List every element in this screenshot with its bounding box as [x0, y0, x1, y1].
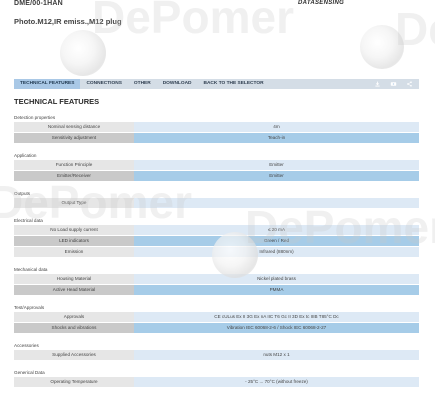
tab-technical-features[interactable]: TECHNICAL FEATURES [14, 79, 81, 89]
tab-back-to-selector[interactable]: BACK TO THE SELECTOR [198, 79, 270, 89]
spec-label: Operating Temperature [14, 377, 134, 387]
spec-group: Mechanical data Housing Material Nickel pl… [14, 266, 419, 304]
spec-group: Test/Approvals Approvals CE cULus Ex II 3G… [14, 304, 419, 342]
spec-value: Teach-in [134, 133, 419, 143]
spec-group: Accessories Supplied Accessories nuts M12 … [14, 342, 419, 369]
spec-group-title: Detection properties [14, 115, 56, 120]
spec-row: Approvals CE cULus Ex II 3G Ex nA IIC T6 … [14, 312, 419, 322]
spec-value: nuts M12 x 1 [134, 350, 419, 360]
spec-label: Function Principle [14, 160, 134, 170]
spec-row: Supplied Accessories nuts M12 x 1 [14, 350, 419, 360]
spec-label: Housing Material [14, 274, 134, 284]
tab-connections[interactable]: CONNECTIONS [80, 79, 127, 89]
spec-value: CE cULus Ex II 3G Ex nA IIC T6 Gc II 3D … [134, 312, 419, 322]
spec-row: Operating Temperature - 25°C ... 70°C (wi… [14, 377, 419, 387]
spec-group: Detection properties Nominal sensing dist… [14, 114, 419, 152]
spec-group-title: Electrical data [14, 218, 43, 223]
download-icon[interactable] [374, 81, 381, 87]
spec-group: Application Function Principle Emitter Emit… [14, 152, 419, 190]
watermark-disc [60, 30, 106, 76]
product-model: DME/00-1HAN [14, 0, 63, 7]
spec-label: Sensitivity adjustment [14, 133, 134, 143]
spec-value: Emitter [134, 171, 419, 181]
spec-row: Sensitivity adjustment Teach-in [14, 133, 419, 143]
spec-row: No Load supply current ≤ 20 mA [14, 225, 419, 235]
tab-other[interactable]: OTHER [128, 79, 157, 89]
spec-group-title: Application [14, 153, 37, 158]
tab-bar: TECHNICAL FEATURES CONNECTIONS OTHER DOW… [14, 79, 419, 89]
watermark-disc [360, 25, 404, 69]
spec-label: Emission [14, 247, 134, 257]
spec-label: Emitter/Receiver [14, 171, 134, 181]
brand-logo: DATASENSING [298, 0, 345, 6]
spec-row: LED indicators Green / Red [14, 236, 419, 246]
spec-value: Infrared (880nm) [134, 247, 419, 257]
spec-label: Shocks and vibrations [14, 323, 134, 333]
spec-group-title: Outputs [14, 191, 31, 196]
spec-value: 4m [134, 122, 419, 132]
spec-value: PMMA [134, 285, 419, 295]
spec-label: Approvals [14, 312, 134, 322]
spec-label: Output Type [14, 198, 134, 208]
section-title: TECHNICAL FEATURES [14, 97, 100, 106]
spec-group: Generical Data Operating Temperature - 25°… [14, 369, 419, 396]
spec-row: Emitter/Receiver Emitter [14, 171, 419, 181]
spec-value: Nickel plated brass [134, 274, 419, 284]
spec-row: Shocks and vibrations Vibration IEC 60068… [14, 323, 419, 333]
spec-label: LED indicators [14, 236, 134, 246]
spec-row: Function Principle Emitter [14, 160, 419, 170]
spec-label: No Load supply current [14, 225, 134, 235]
technical-features-table: Detection properties Nominal sensing dist… [14, 114, 419, 396]
share-icon[interactable] [406, 81, 413, 87]
spec-value: Emitter [134, 160, 419, 170]
tab-download[interactable]: DOWNLOAD [157, 79, 198, 89]
tab-actions [374, 79, 419, 89]
spec-label: Active Head Material [14, 285, 134, 295]
spec-group: Electrical data No Load supply current ≤ 2… [14, 217, 419, 266]
spec-group-title: Accessories [14, 343, 39, 348]
spec-row: Output Type [14, 198, 419, 208]
spec-row: Active Head Material PMMA [14, 285, 419, 295]
spec-group-title: Test/Approvals [14, 305, 45, 310]
spec-group: Outputs Output Type [14, 190, 419, 217]
spec-row: Housing Material Nickel plated brass [14, 274, 419, 284]
spec-value: Green / Red [134, 236, 419, 246]
spec-value: Vibration IEC 60068-2-6 / Shock IEC 6006… [134, 323, 419, 333]
spec-row: Nominal sensing distance 4m [14, 122, 419, 132]
spec-label: Nominal sensing distance [14, 122, 134, 132]
spec-value [134, 198, 419, 208]
spec-value: ≤ 20 mA [134, 225, 419, 235]
video-icon[interactable] [390, 81, 397, 87]
product-subtitle: Photo.M12,IR emiss.,M12 plug [14, 17, 122, 26]
spec-row: Emission Infrared (880nm) [14, 247, 419, 257]
product-header: DME/00-1HAN Photo.M12,IR emiss.,M12 plug… [0, 0, 435, 30]
spec-value: - 25°C ... 70°C (without freeze) [134, 377, 419, 387]
spec-label: Supplied Accessories [14, 350, 134, 360]
spec-group-title: Generical Data [14, 370, 45, 375]
spec-group-title: Mechanical data [14, 267, 48, 272]
